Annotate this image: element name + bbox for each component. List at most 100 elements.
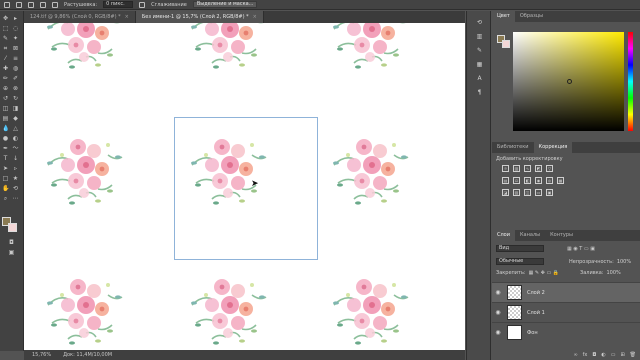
gradient-map-icon[interactable]: ▭	[535, 189, 542, 196]
color-lookup-icon[interactable]: ▦	[557, 177, 564, 184]
add-selection-icon[interactable]	[28, 1, 34, 8]
brightness-contrast-icon[interactable]: ☼	[502, 165, 509, 172]
history-brush-tool-icon[interactable]: ↺	[2, 95, 9, 102]
background-color-swatch[interactable]	[8, 223, 17, 232]
color-balance-icon[interactable]: ⚖	[513, 177, 520, 184]
history-icon[interactable]: ⟲	[476, 19, 483, 26]
crop-tool-icon[interactable]: ⌗	[2, 45, 9, 52]
brush-settings-icon[interactable]: ✎	[476, 47, 483, 54]
delete-layer-icon[interactable]: 🗑	[630, 352, 636, 360]
properties-icon[interactable]: ▥	[476, 33, 483, 40]
visibility-eye-icon[interactable]: ◉	[492, 309, 504, 316]
healing-tool-icon[interactable]: ✚	[2, 65, 9, 72]
link-layers-icon[interactable]: ∞	[573, 352, 577, 360]
screen-mode-icon[interactable]: ▣	[8, 249, 15, 256]
character-icon[interactable]: A	[476, 75, 483, 82]
exposure-icon[interactable]: ◩	[535, 165, 542, 172]
add-mask-icon[interactable]: ◘	[592, 352, 596, 360]
group-icon[interactable]: ▭	[611, 352, 616, 360]
zoom-tool-icon[interactable]: ⌕	[2, 195, 9, 202]
fill-value[interactable]: 100%	[606, 270, 620, 276]
vertical-type-tool-icon[interactable]: ↓	[12, 155, 19, 162]
posterize-icon[interactable]: ▨	[513, 189, 520, 196]
invert-icon[interactable]: ◪	[502, 189, 509, 196]
burn-tool-icon[interactable]: ◐	[12, 135, 19, 142]
kind-filter-select[interactable]: Вид	[496, 245, 544, 252]
tab-adjustments[interactable]: Коррекция	[533, 142, 573, 153]
pencil-tool-icon[interactable]: ✐	[12, 75, 19, 82]
filter-icons[interactable]: ▦ ◉ T ▭ ▣	[567, 246, 595, 252]
adjustment-layer-icon[interactable]: ◐	[601, 352, 605, 360]
blur-tool-icon[interactable]: 💧	[2, 125, 9, 132]
dodge-tool-icon[interactable]: ●	[2, 135, 9, 142]
paragraph-icon[interactable]: ¶	[476, 89, 483, 96]
tab-document-untitled[interactable]: Без имени-1 @ 15,7% (Слой 2, RGB/8#) * ×	[135, 11, 264, 23]
black-white-icon[interactable]: ◧	[524, 177, 531, 184]
tool-preset-icon[interactable]	[4, 1, 10, 8]
rotate-view-tool-icon[interactable]: ⟲	[12, 185, 19, 192]
background-color-swatch[interactable]	[502, 40, 510, 48]
zoom-level[interactable]: 15,76%	[32, 352, 51, 358]
quick-mask-icon[interactable]: ◘	[8, 239, 15, 246]
blend-mode-select[interactable]: Обычные	[496, 258, 544, 265]
visibility-eye-icon[interactable]: ◉	[492, 329, 504, 336]
sharpen-tool-icon[interactable]: △	[12, 125, 19, 132]
direct-select-tool-icon[interactable]: ▹	[12, 165, 19, 172]
visibility-eye-icon[interactable]: ◉	[492, 289, 504, 296]
levels-icon[interactable]: ▥	[513, 165, 520, 172]
layer-row[interactable]: ◉ Фон	[492, 322, 640, 342]
selective-color-icon[interactable]: ▣	[546, 189, 553, 196]
lasso-tool-icon[interactable]: ◌	[12, 25, 19, 32]
frame-tool-icon[interactable]: ⊠	[12, 45, 19, 52]
layer-style-icon[interactable]: fx	[583, 352, 588, 360]
artboard-tool-icon[interactable]: ▸	[12, 15, 19, 22]
freeform-pen-tool-icon[interactable]: 〜	[12, 145, 19, 152]
feather-input[interactable]: 0 пикс.	[103, 1, 134, 8]
eyedropper-tool-icon[interactable]: ⁄	[2, 55, 9, 62]
type-tool-icon[interactable]: T	[2, 155, 9, 162]
hue-slider[interactable]	[628, 32, 633, 131]
tab-color[interactable]: Цвет	[492, 11, 515, 22]
tab-paths[interactable]: Контуры	[545, 230, 578, 241]
new-selection-icon[interactable]	[16, 1, 22, 8]
curves-icon[interactable]: ∿	[524, 165, 531, 172]
subtract-selection-icon[interactable]	[40, 1, 46, 8]
shape-tool-icon[interactable]: □	[2, 175, 9, 182]
tab-swatches[interactable]: Образцы	[515, 11, 548, 22]
close-icon[interactable]: ×	[253, 14, 257, 20]
document-canvas[interactable]: ➤	[24, 23, 465, 350]
lock-icons[interactable]: ▦ ✎ ✥ ▭ 🔒	[529, 270, 559, 276]
new-layer-icon[interactable]: ⊞	[620, 352, 624, 360]
paint-bucket-tool-icon[interactable]: ◆	[12, 115, 19, 122]
tab-layers[interactable]: Слои	[492, 230, 515, 241]
tab-libraries[interactable]: Библиотеки	[492, 142, 534, 153]
art-history-tool-icon[interactable]: ↻	[12, 95, 19, 102]
move-tool-icon[interactable]: ✥	[2, 15, 9, 22]
hue-saturation-icon[interactable]: ▤	[502, 177, 509, 184]
color-picker-field[interactable]	[513, 32, 624, 131]
gradient-tool-icon[interactable]: ▤	[2, 115, 9, 122]
opacity-value[interactable]: 100%	[617, 259, 631, 265]
close-icon[interactable]: ×	[125, 14, 129, 20]
intersect-selection-icon[interactable]	[52, 1, 58, 8]
path-select-tool-icon[interactable]: ➤	[2, 165, 9, 172]
quick-select-tool-icon[interactable]: ✎	[2, 35, 9, 42]
photo-filter-icon[interactable]: ◉	[535, 177, 542, 184]
background-eraser-tool-icon[interactable]: ◨	[12, 105, 19, 112]
clone-tool-icon[interactable]: ⊕	[2, 85, 9, 92]
hand-tool-icon[interactable]: ✋	[2, 185, 9, 192]
marquee-tool-icon[interactable]: ⬚	[2, 25, 9, 32]
pen-tool-icon[interactable]: ✒	[2, 145, 9, 152]
more-tools-icon[interactable]: ⋯	[12, 195, 19, 202]
custom-shape-tool-icon[interactable]: ★	[12, 175, 19, 182]
eraser-tool-icon[interactable]: ◫	[2, 105, 9, 112]
tab-channels[interactable]: Каналы	[515, 230, 545, 241]
channel-mixer-icon[interactable]: ◎	[546, 177, 553, 184]
magic-wand-tool-icon[interactable]: ✦	[12, 35, 19, 42]
layer-row[interactable]: ◉ Слой 2	[492, 282, 640, 302]
color-picker-marker[interactable]	[567, 79, 572, 84]
patch-tool-icon[interactable]: ◍	[12, 65, 19, 72]
ruler-tool-icon[interactable]: ≡	[12, 55, 19, 62]
swatches-icon[interactable]: ▦	[476, 61, 483, 68]
select-and-mask-button[interactable]: Выделение и маска...	[192, 1, 258, 8]
